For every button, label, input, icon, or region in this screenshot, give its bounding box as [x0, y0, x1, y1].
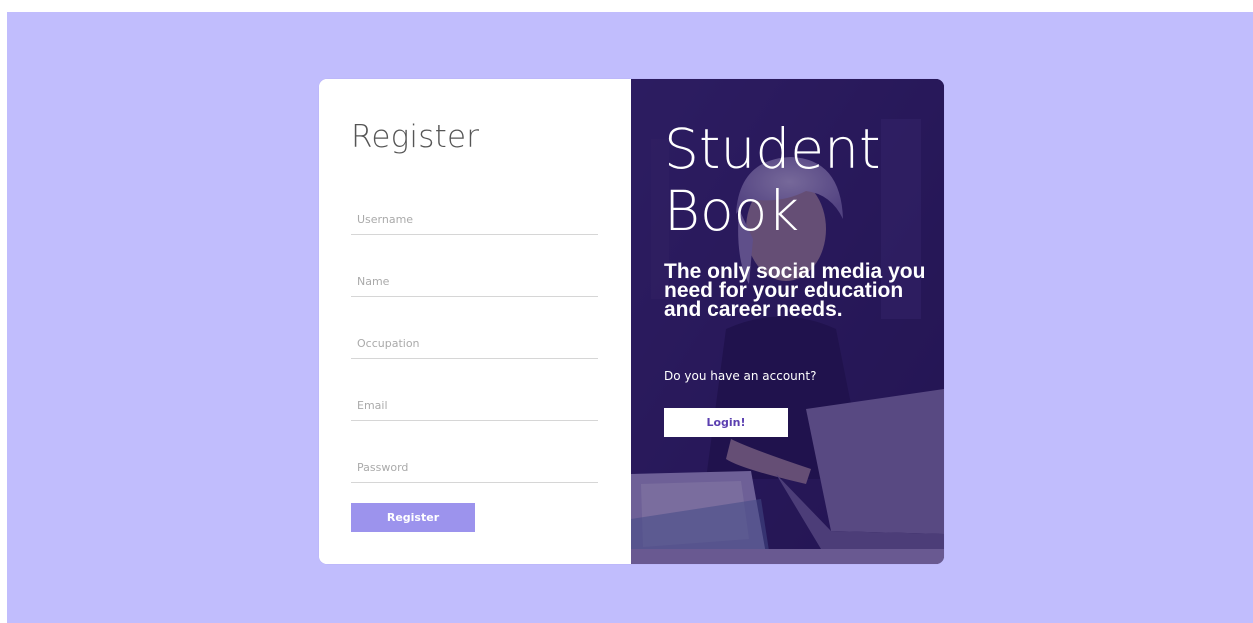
username-field [351, 206, 598, 235]
register-title: Register [351, 119, 480, 155]
tagline: The only social media you need for your … [664, 260, 926, 321]
occupation-field [351, 330, 598, 359]
auth-card: Register Register [319, 79, 944, 564]
register-panel: Register Register [319, 79, 631, 564]
name-input[interactable] [357, 268, 593, 294]
name-field [351, 268, 598, 297]
email-field [351, 392, 598, 421]
brand-title-line-1: Student [664, 117, 881, 181]
page-background: Register Register [7, 12, 1253, 623]
register-button[interactable]: Register [351, 503, 475, 532]
occupation-input[interactable] [357, 330, 593, 356]
password-field [351, 454, 598, 483]
brand-title-line-2: Book [664, 179, 800, 243]
promo-panel: Student Book The only social media you n… [631, 79, 944, 564]
username-input[interactable] [357, 206, 593, 232]
account-question: Do you have an account? [664, 369, 817, 383]
login-button[interactable]: Login! [664, 408, 788, 437]
email-input[interactable] [357, 392, 593, 418]
password-input[interactable] [357, 454, 593, 480]
